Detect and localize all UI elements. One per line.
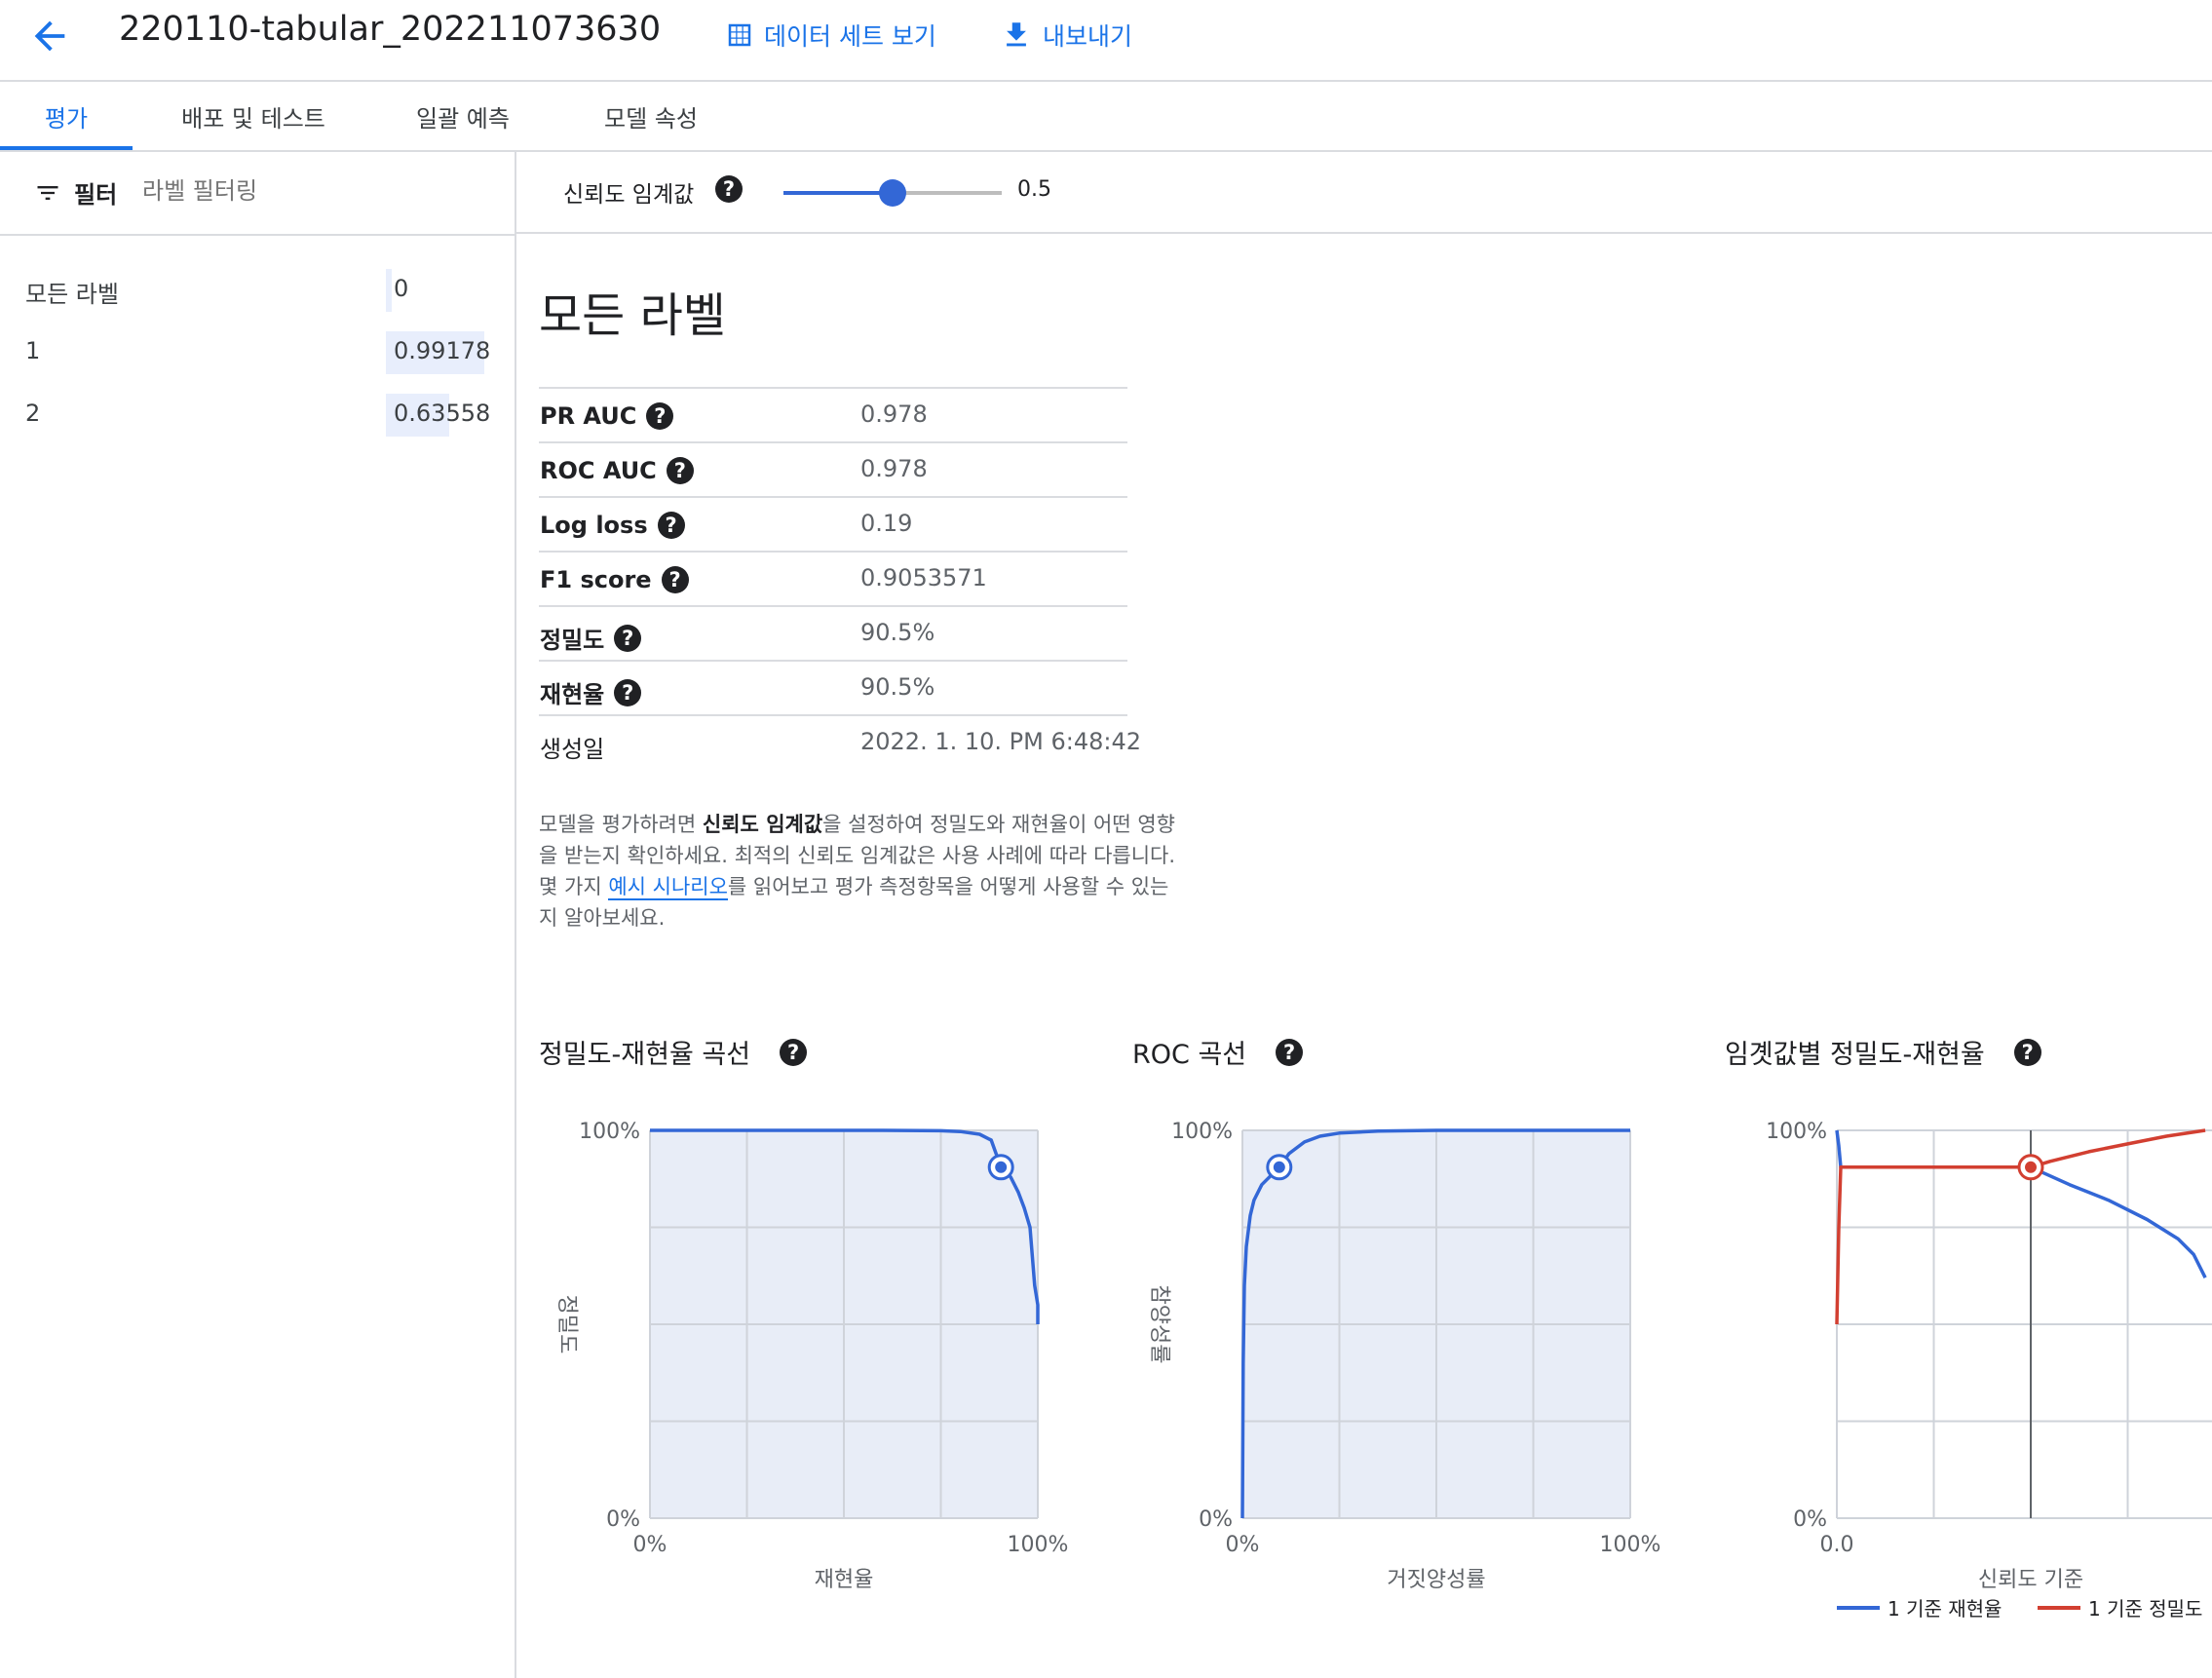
x-axis-label: 재현율	[815, 1568, 874, 1592]
charts-canvas: 100%0%0% 100%재현율정밀도100%0%0% 100%거짓양성률참양성률1…	[554, 1120, 2212, 1621]
y-tick-label: 100%	[579, 1120, 640, 1144]
y-axis-label: 정밀도	[554, 1295, 579, 1354]
x-tick-label: 100%	[1008, 1533, 1069, 1557]
y-tick-label: 100%	[1171, 1120, 1233, 1144]
y-tick-label: 0%	[1199, 1507, 1233, 1532]
x-tick-label: 100%	[1600, 1533, 1661, 1557]
y-tick-label: 100%	[1766, 1120, 1827, 1144]
y-axis-label: 참양성률	[1147, 1285, 1171, 1364]
y-tick-label: 0%	[1793, 1507, 1827, 1532]
x-tick-label: 0%	[633, 1533, 667, 1557]
x-tick-label: 0.0	[1820, 1533, 1854, 1557]
x-tick-label: 0%	[1226, 1533, 1260, 1557]
y-tick-label: 0%	[606, 1507, 640, 1532]
x-axis-label: 신뢰도 기준	[1978, 1568, 2083, 1592]
threshold-marker-dot	[2025, 1161, 2037, 1173]
x-axis-label: 거짓양성률	[1387, 1568, 1485, 1592]
threshold-marker-dot	[995, 1161, 1008, 1173]
threshold-marker-dot	[1273, 1161, 1285, 1173]
legend-label: 1 기준 재현율	[1888, 1597, 2002, 1621]
legend-label: 1 기준 정밀도	[2088, 1597, 2202, 1621]
